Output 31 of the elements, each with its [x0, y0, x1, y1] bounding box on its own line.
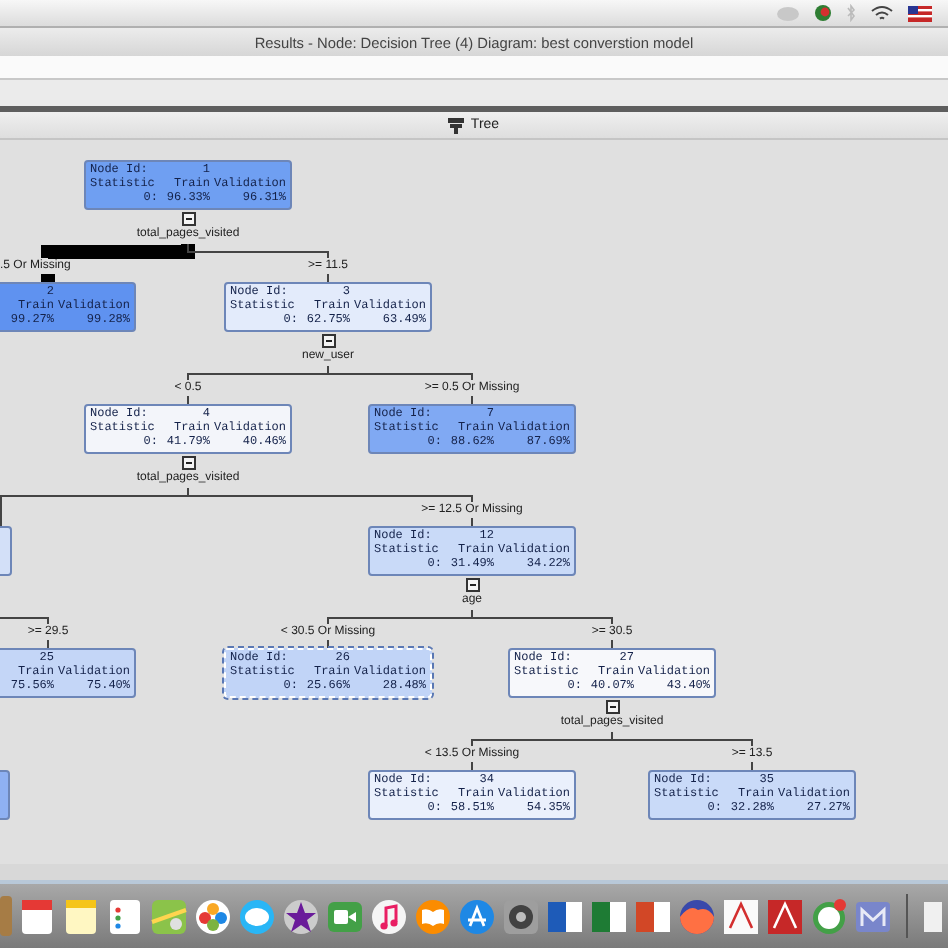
collapse-toggle[interactable]: [605, 700, 619, 714]
collapse-toggle[interactable]: [465, 578, 479, 592]
phone-bubble-icon[interactable]: [810, 897, 848, 935]
collapse-toggle[interactable]: [181, 456, 195, 470]
map-icon[interactable]: [150, 897, 188, 935]
pdf-icon[interactable]: [722, 897, 760, 935]
collapse-toggle[interactable]: [181, 212, 195, 226]
status-circle-icon[interactable]: [814, 4, 832, 22]
wifi-icon[interactable]: [870, 4, 894, 22]
tree-node[interactable]: [0, 770, 10, 820]
checklist-icon[interactable]: [106, 897, 144, 935]
flag-icon[interactable]: [908, 5, 932, 21]
star-icon[interactable]: [282, 897, 320, 935]
music-note-icon[interactable]: [370, 897, 408, 935]
tree-edge: [471, 609, 613, 649]
app-store-icon[interactable]: [458, 897, 496, 935]
tree-edge: [611, 731, 753, 771]
collapse-toggle[interactable]: [321, 334, 335, 348]
calendar-icon[interactable]: [18, 897, 56, 935]
tree-node[interactable]: [0, 526, 12, 576]
app-icon[interactable]: [922, 897, 942, 935]
book-icon[interactable]: [414, 897, 452, 935]
flower-icon[interactable]: [194, 897, 232, 935]
notepad-icon[interactable]: [62, 897, 100, 935]
video-camera-icon[interactable]: [326, 897, 364, 935]
tree-edge: [0, 617, 49, 649]
app-icon[interactable]: [854, 897, 892, 935]
pdf-icon[interactable]: [766, 897, 804, 935]
tree-edge: [187, 243, 329, 283]
tree-icon: [448, 117, 465, 133]
chat-bubble-icon[interactable]: [238, 897, 276, 935]
